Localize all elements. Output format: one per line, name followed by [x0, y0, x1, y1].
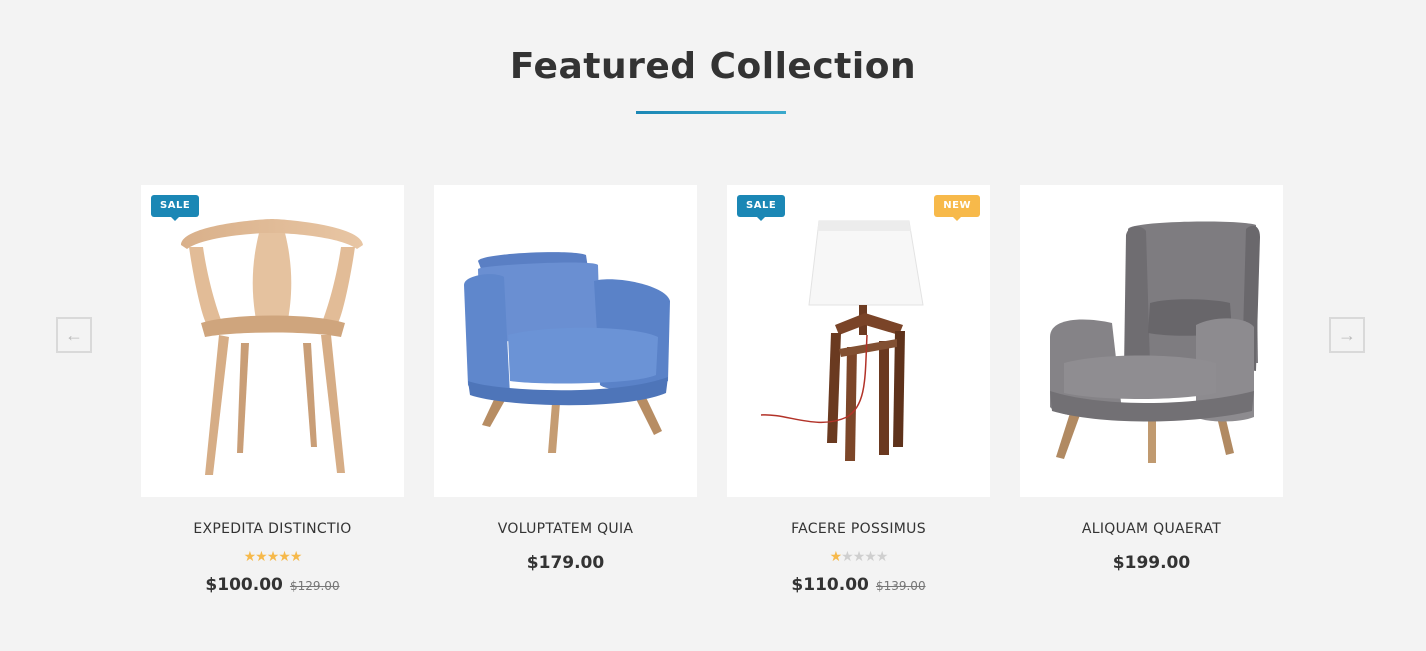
- product-card: SALE EXPEDITA DISTINCTIO ★★★★★ $100.00 $…: [141, 185, 404, 595]
- star-rating: ★★★★★: [141, 548, 404, 564]
- price-row: $179.00: [434, 553, 697, 573]
- sale-badge: SALE: [737, 195, 786, 221]
- section-title: Featured Collection: [509, 46, 917, 87]
- carousel-prev-button[interactable]: ←: [56, 317, 92, 353]
- old-price: $139.00: [875, 579, 926, 593]
- carousel-next-button[interactable]: →: [1329, 317, 1365, 353]
- star-rating: ★★★★★: [727, 548, 990, 564]
- product-card: ALIQUAM QUAERAT $199.00: [1020, 185, 1283, 573]
- table-lamp-image: [760, 220, 924, 461]
- product-image-link[interactable]: SALE NEW: [727, 185, 990, 497]
- wooden-chair-image: [181, 219, 363, 475]
- arrow-right-icon: →: [1338, 325, 1356, 345]
- product-name-link[interactable]: VOLUPTATEM QUIA: [434, 521, 697, 537]
- product-card: SALE NEW FACERE POSSIMUS ★★★★★ $110.00 $…: [727, 185, 990, 595]
- arrow-left-icon: ←: [65, 325, 83, 345]
- product-image-link[interactable]: SALE: [141, 185, 404, 497]
- current-price: $110.00: [791, 575, 869, 595]
- product-name-link[interactable]: FACERE POSSIMUS: [727, 521, 990, 537]
- sale-badge: SALE: [151, 195, 200, 221]
- current-price: $179.00: [526, 553, 605, 573]
- current-price: $199.00: [1112, 553, 1191, 573]
- new-badge: NEW: [934, 195, 980, 221]
- product-image-link[interactable]: [1020, 185, 1283, 497]
- product-card: VOLUPTATEM QUIA $179.00: [434, 185, 697, 573]
- product-image-link[interactable]: [434, 185, 697, 497]
- title-underline: [636, 111, 786, 114]
- product-name-link[interactable]: ALIQUAM QUAERAT: [1020, 521, 1283, 537]
- old-price: $129.00: [289, 579, 340, 593]
- blue-armchair-image: [464, 252, 670, 453]
- grey-wingback-chair-image: [1050, 221, 1260, 463]
- current-price: $100.00: [205, 575, 283, 595]
- star-filled-icon: ★: [829, 548, 843, 564]
- star-empty-icon: ★★★★: [841, 548, 888, 564]
- star-filled-icon: ★★★★★: [243, 548, 303, 564]
- product-name-link[interactable]: EXPEDITA DISTINCTIO: [141, 521, 404, 537]
- price-row: $100.00 $129.00: [141, 575, 404, 595]
- price-row: $199.00: [1020, 553, 1283, 573]
- price-row: $110.00 $139.00: [727, 575, 990, 595]
